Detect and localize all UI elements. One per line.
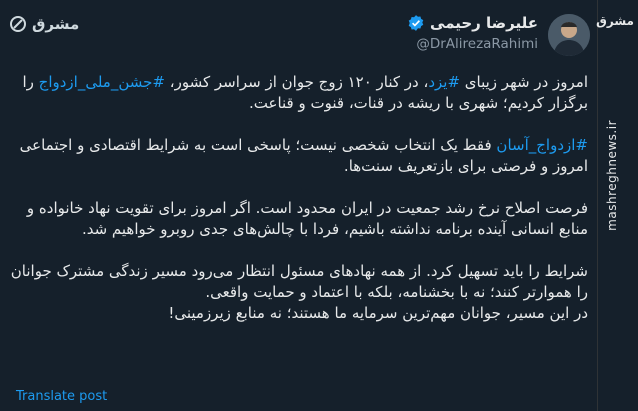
watermark-side-strip: مشرق mashreghnews.ir [596, 0, 638, 411]
avatar-portrait-icon [548, 14, 590, 56]
text-run: ، در کنار ۱۲۰ زوج جوان از سراسر کشور، [164, 73, 429, 91]
text-run: امروز در شهر زیبای [460, 73, 588, 91]
text-run: در این مسیر، جوانان مهم‌ترین سرمایه ما ه… [168, 304, 588, 322]
tweet-paragraph-4: شرایط را باید تسهیل کرد. از همه نهادهای … [0, 261, 588, 324]
tweet-card: مشرق علیرضا رحیمی @DrAlirezaRahimi امروز… [0, 0, 598, 411]
author-block[interactable]: علیرضا رحیمی @DrAlirezaRahimi [407, 14, 538, 52]
author-name[interactable]: علیرضا رحیمی [430, 14, 538, 32]
author-handle[interactable]: @DrAlirezaRahimi [407, 36, 538, 52]
verified-badge-icon [408, 15, 424, 31]
hashtag-easy-marriage[interactable]: #ازدواج_آسان [496, 136, 588, 154]
watermark-text: مشرق [32, 15, 80, 33]
side-logo: مشرق [596, 14, 634, 28]
avatar[interactable] [548, 14, 590, 56]
tweet-paragraph-3: فرصت اصلاح نرخ رشد جمعیت در ایران محدود … [26, 199, 588, 238]
watermark-swirl-icon [10, 16, 26, 32]
tweet-paragraph-2: #ازدواج_آسان فقط یک انتخاب شخصی نیست؛ پا… [0, 135, 588, 177]
side-url: mashreghnews.ir [605, 120, 619, 231]
watermark-logo: مشرق [8, 14, 79, 34]
tweet-text: امروز در شهر زیبای #یزد، در کنار ۱۲۰ زوج… [0, 72, 588, 324]
tweet-paragraph-1: امروز در شهر زیبای #یزد، در کنار ۱۲۰ زوج… [0, 72, 588, 114]
hashtag-marriage-festival[interactable]: #جشن_ملی_ازدواج [39, 73, 165, 91]
translate-post-link[interactable]: Translate post [16, 389, 107, 404]
text-run: شرایط را باید تسهیل کرد. از همه نهادهای … [10, 262, 588, 301]
hashtag-yazd[interactable]: #یزد [428, 73, 460, 91]
